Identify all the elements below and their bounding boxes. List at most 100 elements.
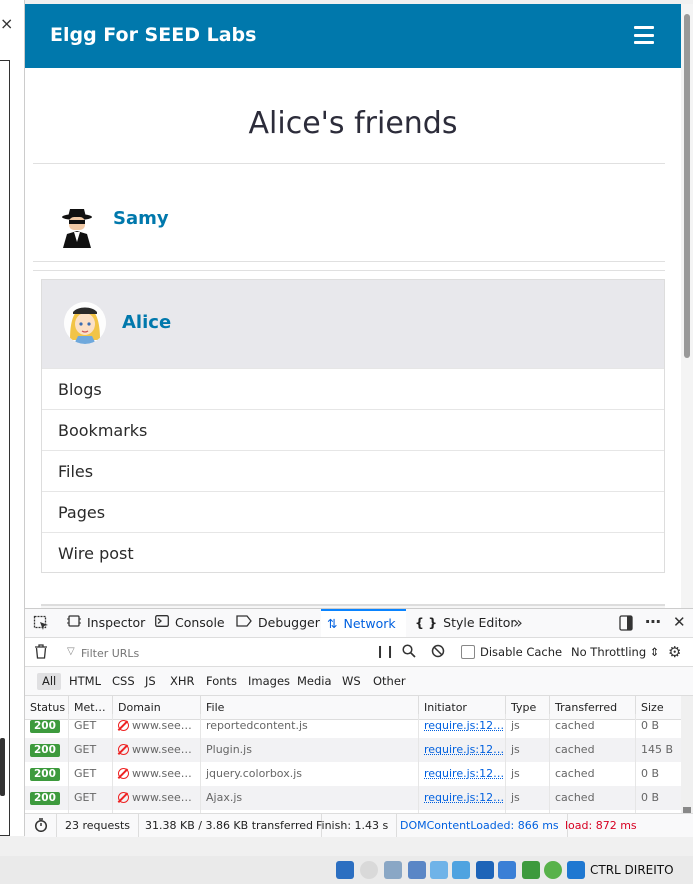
devtools-panel: Inspector Console Debugger ⇅ Network { } S… <box>25 608 693 837</box>
block-icon[interactable] <box>431 644 445 662</box>
tab-style-editor[interactable]: { } Style Editor <box>415 609 516 637</box>
globe-tray-icon[interactable] <box>544 861 562 879</box>
table-row[interactable]: 200 GET www.see… Plugin.js require.js:12… js c… <box>25 738 681 762</box>
network-icon: ⇅ <box>327 616 338 631</box>
filter-xhr[interactable]: XHR <box>165 673 200 690</box>
filter-images[interactable]: Images <box>243 673 295 690</box>
page-title: Alice's friends <box>248 106 458 141</box>
table-row[interactable]: 200 GET www.see… reportedcontent.js require.… <box>25 714 681 738</box>
table-row[interactable]: 200 GET www.see… Ajax.js require.js:12… js cac… <box>25 786 681 810</box>
close-icon[interactable]: × <box>0 16 13 32</box>
request-table: Status Met… Domain File Initiator Type T… <box>25 696 681 813</box>
inspector-icon <box>67 609 81 637</box>
timer-icon[interactable] <box>25 814 57 837</box>
cd-drive-icon[interactable] <box>360 861 378 879</box>
tab-debugger[interactable]: Debugger <box>236 609 320 637</box>
filter-all[interactable]: All <box>37 673 62 690</box>
more-options-icon[interactable]: ⋯ <box>645 612 661 631</box>
filter-fonts[interactable]: Fonts <box>201 673 242 690</box>
cell-transferred: cached <box>550 738 636 762</box>
left-scrollbar-thumb[interactable] <box>0 738 5 796</box>
cell-method: GET <box>69 762 113 786</box>
tab-console[interactable]: Console <box>155 609 225 637</box>
network-tray-icon[interactable] <box>336 861 354 879</box>
throttling-select[interactable]: No Throttling ⇕ <box>571 645 659 659</box>
owner-name-link[interactable]: Alice <box>122 312 171 333</box>
cell-domain: www.see… <box>113 738 201 762</box>
windows-tray-icon[interactable] <box>498 861 516 879</box>
cell-initiator[interactable]: require.js:12… <box>419 714 506 738</box>
tab-inspector[interactable]: Inspector <box>67 609 145 637</box>
cell-domain: www.see… <box>113 714 201 738</box>
more-tabs-chevron-icon[interactable]: » <box>513 613 523 632</box>
site-title[interactable]: Elgg For SEED Labs <box>50 24 256 46</box>
left-panel-edge <box>0 60 10 836</box>
friend-name-link[interactable]: Samy <box>113 208 169 229</box>
search-icon[interactable] <box>402 644 416 662</box>
download-tray-icon[interactable] <box>567 861 585 879</box>
type-text: js <box>511 719 520 732</box>
cell-initiator[interactable]: require.js:12… <box>419 738 506 762</box>
owner-menu-pages[interactable]: Pages <box>42 491 664 532</box>
checkbox-box[interactable] <box>461 645 475 659</box>
host-key-label: CTRL DIREITO <box>590 863 674 877</box>
close-devtools-icon[interactable]: ✕ <box>673 613 686 631</box>
page-scrollbar-thumb[interactable] <box>684 14 690 358</box>
file-text: reportedcontent.js <box>206 719 308 732</box>
cell-initiator[interactable]: require.js:12… <box>419 786 506 810</box>
filter-js[interactable]: JS <box>140 673 161 690</box>
cell-type: js <box>506 714 550 738</box>
element-picker-icon[interactable] <box>33 615 49 635</box>
audio-tray-icon[interactable] <box>384 861 402 879</box>
gear-icon[interactable]: ⚙ <box>668 643 681 661</box>
tab-network[interactable]: ⇅ Network <box>321 609 406 637</box>
cell-status: 200 <box>25 786 69 810</box>
friend-list-item: Samy <box>33 164 665 262</box>
owner-menu-wire-post[interactable]: Wire post <box>42 532 664 573</box>
cell-file: reportedcontent.js <box>201 714 419 738</box>
finish-time: Finish: 1.43 s <box>308 814 398 837</box>
cell-size: 0 B <box>636 762 681 786</box>
spy-avatar-icon[interactable] <box>61 208 93 248</box>
owner-header: Alice <box>42 280 664 368</box>
cell-type: js <box>506 786 550 810</box>
divider <box>33 261 665 262</box>
cell-initiator[interactable]: require.js:12… <box>419 762 506 786</box>
cell-file: jquery.colorbox.js <box>201 762 419 786</box>
screen-tray-icon[interactable] <box>476 861 494 879</box>
insecure-connection-icon <box>118 768 129 779</box>
status-badge: 200 <box>30 720 60 733</box>
method-text: GET <box>74 791 97 804</box>
cpu-tray-icon[interactable] <box>522 861 540 879</box>
request-table-scrollbar[interactable] <box>681 696 693 813</box>
owner-menu-blogs[interactable]: Blogs <box>42 368 664 409</box>
owner-menu-bookmarks[interactable]: Bookmarks <box>42 409 664 450</box>
pause-icon[interactable]: ❙❙ <box>375 644 395 658</box>
alice-avatar-icon[interactable] <box>64 302 106 344</box>
filter-css[interactable]: CSS <box>107 673 140 690</box>
initiator-text[interactable]: require.js:12… <box>424 791 504 804</box>
filter-ws[interactable]: WS <box>337 673 366 690</box>
page-scrollbar[interactable] <box>681 4 693 608</box>
initiator-text[interactable]: require.js:12… <box>424 743 504 756</box>
insecure-connection-icon <box>118 744 129 755</box>
owner-menu-files[interactable]: Files <box>42 450 664 491</box>
folder-tray-icon[interactable] <box>452 861 470 879</box>
transferred-text: cached <box>555 791 595 804</box>
cell-transferred: cached <box>550 714 636 738</box>
initiator-text[interactable]: require.js:12… <box>424 719 504 732</box>
site-header: Elgg For SEED Labs <box>25 4 681 68</box>
trash-icon[interactable] <box>35 644 47 663</box>
filter-html[interactable]: HTML <box>64 673 106 690</box>
disable-cache-checkbox[interactable]: Disable Cache <box>461 645 562 659</box>
filter-media[interactable]: Media <box>292 673 337 690</box>
transferred-text: cached <box>555 767 595 780</box>
filter-urls-input[interactable] <box>65 643 365 663</box>
dock-icon[interactable] <box>619 615 633 635</box>
pen-tray-icon[interactable] <box>430 861 448 879</box>
table-row[interactable]: 200 GET www.see… jquery.colorbox.js require.… <box>25 762 681 786</box>
display-tray-icon[interactable] <box>408 861 426 879</box>
filter-other[interactable]: Other <box>368 673 411 690</box>
initiator-text[interactable]: require.js:12… <box>424 767 504 780</box>
hamburger-menu-icon[interactable] <box>634 26 654 44</box>
